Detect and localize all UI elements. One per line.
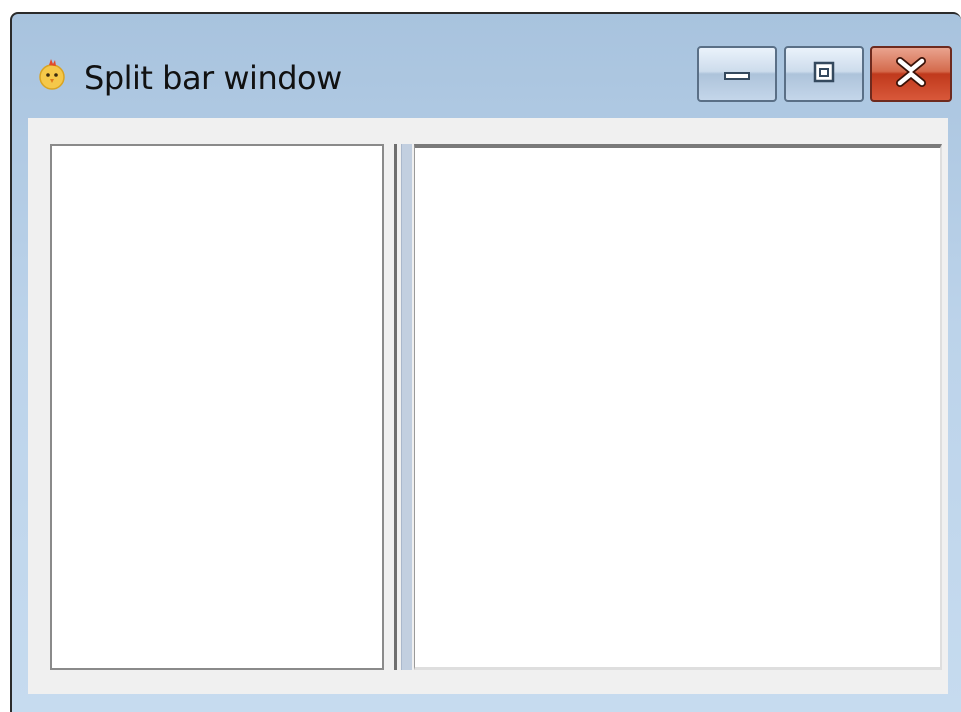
maximize-icon [811, 59, 837, 89]
split-bar[interactable] [394, 144, 414, 670]
chicken-icon [34, 56, 70, 92]
left-pane[interactable] [50, 144, 384, 670]
split-bar-window: Split bar window [10, 12, 961, 712]
window-title: Split bar window [84, 59, 342, 97]
title-bar[interactable]: Split bar window [12, 14, 961, 114]
close-icon [894, 57, 928, 91]
client-area [28, 118, 948, 694]
split-bar-handle[interactable] [401, 144, 412, 670]
minimize-icon [722, 62, 752, 86]
right-pane[interactable] [414, 144, 942, 670]
split-bar-line [394, 144, 397, 670]
close-button[interactable] [870, 46, 952, 102]
minimize-button[interactable] [697, 46, 777, 102]
maximize-button[interactable] [784, 46, 864, 102]
